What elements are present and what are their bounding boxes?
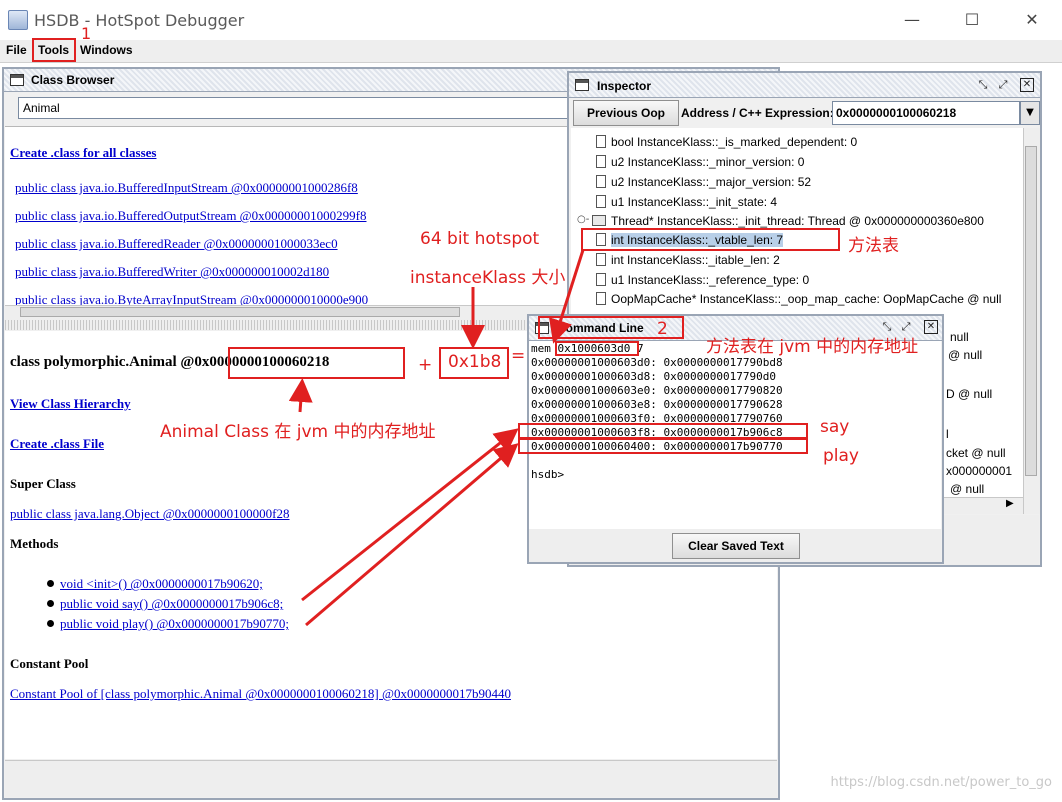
annotation-arrows	[288, 249, 585, 627]
arrow-say-method	[301, 428, 519, 602]
arrow-to-class-address	[288, 378, 313, 413]
arrow-play-method	[305, 443, 519, 627]
csdn-watermark: https://blog.csdn.net/power_to_go	[830, 775, 1053, 790]
arrow-vtable-to-mem	[549, 249, 585, 344]
